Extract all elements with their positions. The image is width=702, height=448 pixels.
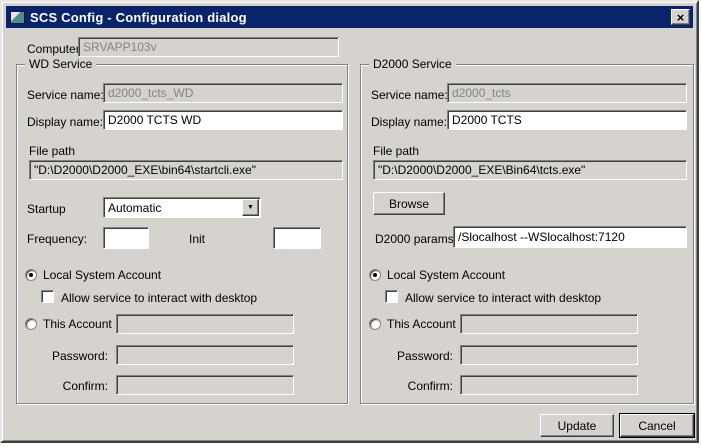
close-button[interactable]: × [671,9,690,25]
computer-input [78,37,339,57]
title-bar: SCS Config - Configuration dialog × [6,6,693,28]
d2000-interact-desktop-label: Allow service to interact with desktop [405,291,601,305]
wd-password-input [116,345,294,365]
app-icon [10,11,25,24]
d2000-this-account-label: This Account [387,317,456,331]
d2000-file-path-input [373,160,687,180]
wd-group-label: WD Service [25,57,96,71]
d2000-params-label: D2000 params: [375,232,457,246]
wd-confirm-label: Confirm: [27,379,108,393]
window-title: SCS Config - Configuration dialog [30,10,247,25]
d2000-interact-desktop-checkbox[interactable] [385,290,398,303]
computer-label: Computer: [27,42,83,56]
close-icon: × [677,11,685,24]
scs-config-dialog: SCS Config - Configuration dialog × Comp… [0,0,699,443]
d2000-file-path-label: File path [373,144,419,158]
wd-startup-select[interactable]: Automatic ▼ [103,197,261,218]
d2000-service-name-input [447,83,687,103]
d2000-display-name-input[interactable] [447,110,687,130]
wd-frequency-input[interactable] [103,227,149,249]
wd-confirm-input [116,375,294,395]
d2000-confirm-input [460,375,638,395]
wd-startup-label: Startup [27,202,66,216]
d2000-local-system-label: Local System Account [387,268,505,282]
d2000-params-input[interactable] [453,226,687,248]
wd-interact-desktop-checkbox[interactable] [41,290,54,303]
update-button[interactable]: Update [540,414,614,437]
wd-service-name-input [103,83,343,103]
wd-interact-desktop-label: Allow service to interact with desktop [61,291,257,305]
d2000-password-input [460,345,638,365]
wd-init-label: Init [189,232,205,246]
wd-file-path-label: File path [29,144,75,158]
group-d2000-service: D2000 Service Service name: Display name… [360,64,694,404]
wd-file-path-input [29,160,343,180]
wd-this-account-label: This Account [43,317,112,331]
wd-frequency-label: Frequency: [27,232,87,246]
browse-button[interactable]: Browse [373,192,445,215]
wd-local-system-radio[interactable] [25,269,37,281]
d2000-this-account-radio[interactable] [369,318,381,330]
wd-password-label: Password: [27,349,108,363]
d2000-local-system-radio[interactable] [369,269,381,281]
d2000-password-label: Password: [371,349,453,363]
chevron-down-icon[interactable]: ▼ [242,199,259,216]
screen: SCS Config - Configuration dialog × Comp… [0,0,702,448]
group-wd-service: WD Service Service name: Display name: F… [16,64,348,404]
wd-startup-value: Automatic [104,201,241,215]
wd-this-account-radio[interactable] [25,318,37,330]
d2000-group-label: D2000 Service [369,57,456,71]
wd-this-account-input [116,314,294,334]
wd-service-name-label: Service name: [27,88,104,102]
cancel-button[interactable]: Cancel [620,414,694,437]
d2000-display-name-label: Display name: [371,115,447,129]
wd-display-name-label: Display name: [27,115,103,129]
wd-display-name-input[interactable] [103,110,343,130]
d2000-confirm-label: Confirm: [371,379,453,393]
wd-init-input[interactable] [273,227,321,249]
d2000-this-account-input [460,314,638,334]
wd-local-system-label: Local System Account [43,268,161,282]
d2000-service-name-label: Service name: [371,88,448,102]
